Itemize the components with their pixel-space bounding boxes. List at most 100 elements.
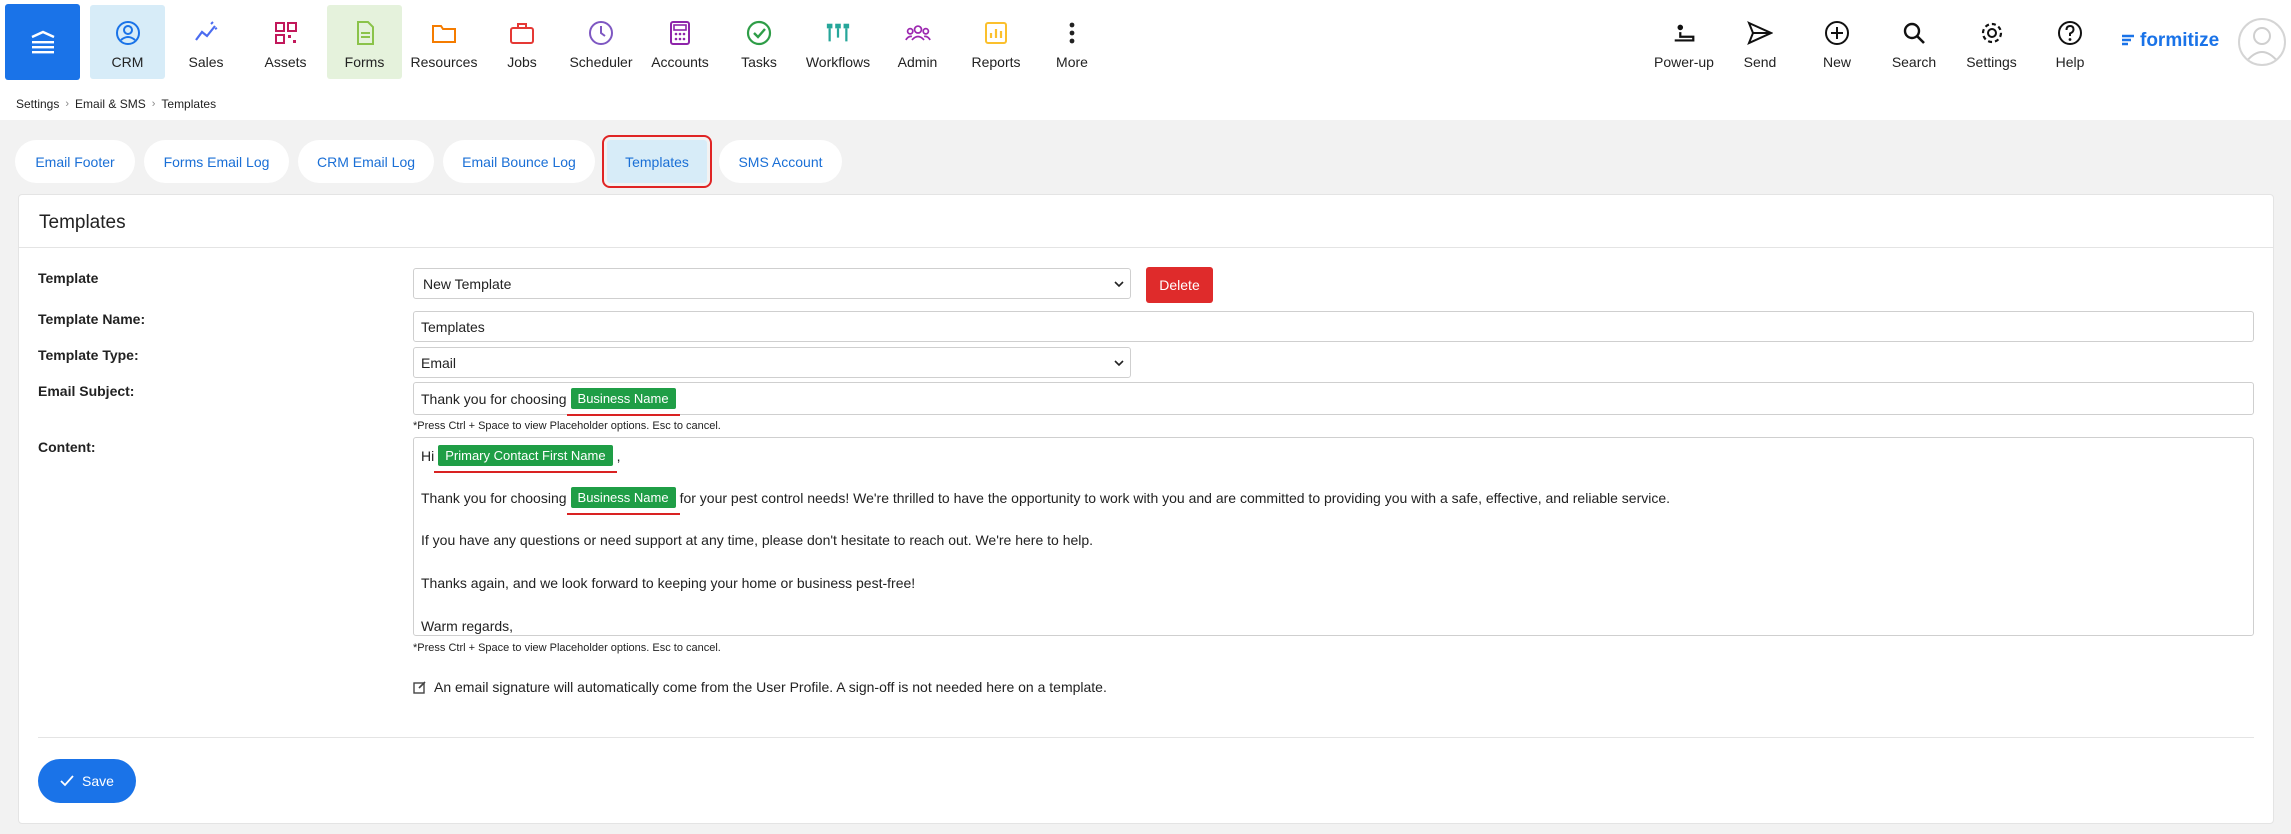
template-select-value: New Template: [423, 275, 512, 292]
nav-sales[interactable]: Sales: [170, 5, 242, 79]
gear-icon: [1979, 20, 2005, 46]
crm-icon: [115, 20, 141, 46]
forms-icon: [352, 20, 378, 46]
nav-more[interactable]: More: [1036, 5, 1108, 79]
breadcrumb: Settings › Email & SMS › Templates: [16, 97, 216, 111]
nav-tasks[interactable]: Tasks: [723, 5, 795, 79]
home-menu-icon: [31, 30, 54, 54]
title-divider: [19, 247, 2273, 248]
save-button[interactable]: Save: [38, 759, 136, 803]
footer-divider: [38, 737, 2254, 738]
nav-assets[interactable]: Assets: [248, 5, 323, 79]
content-editor[interactable]: Hi Primary Contact First Name , Thank yo…: [413, 437, 2254, 636]
assets-icon: [273, 20, 299, 46]
content-label: Content:: [38, 439, 96, 455]
nav-settings[interactable]: Settings: [1954, 5, 2029, 79]
new-icon: [1824, 20, 1850, 46]
template-select[interactable]: New Template: [413, 268, 1131, 299]
placeholder-chip-business-name[interactable]: Business Name: [566, 487, 680, 515]
tasks-icon: [746, 20, 772, 46]
nav-help[interactable]: Help: [2035, 5, 2105, 79]
nav-admin-label: Admin: [897, 54, 938, 70]
nav-power-up[interactable]: Power-up: [1645, 5, 1723, 79]
nav-resources[interactable]: Resources: [405, 5, 483, 79]
reports-icon: [983, 20, 1009, 46]
nav-admin[interactable]: Admin: [880, 5, 955, 79]
edit-icon: [413, 681, 426, 694]
more-icon: [1059, 20, 1085, 46]
send-icon: [1747, 20, 1773, 46]
resources-icon: [431, 20, 457, 46]
template-type-select[interactable]: Email: [413, 347, 1131, 378]
content-line: If you have any questions or need suppor…: [421, 532, 1094, 548]
breadcrumb-settings[interactable]: Settings: [16, 97, 59, 111]
signature-note-text: An email signature will automatically co…: [434, 679, 1107, 695]
nav-accounts[interactable]: Accounts: [642, 5, 718, 79]
tab-sms-account[interactable]: SMS Account: [719, 140, 842, 183]
tab-email-bounce-log[interactable]: Email Bounce Log: [443, 140, 595, 183]
breadcrumb-separator: ›: [65, 98, 70, 110]
chevron-down-icon: [1114, 280, 1124, 287]
tab-forms-email-log[interactable]: Forms Email Log: [144, 140, 289, 183]
nav-scheduler[interactable]: Scheduler: [562, 5, 640, 79]
search-icon: [1901, 20, 1927, 46]
breadcrumb-separator: ›: [151, 98, 156, 110]
tab-templates[interactable]: Templates: [602, 135, 712, 188]
email-subject-label: Email Subject:: [38, 383, 135, 399]
content-text: for your pest control needs! We're thril…: [679, 489, 1671, 506]
logo-text: formitize: [2140, 30, 2220, 51]
nav-search-label: Search: [1891, 54, 1937, 70]
formitize-logo-icon: [2122, 34, 2134, 46]
template-name-label: Template Name:: [38, 311, 146, 327]
nav-accounts-label: Accounts: [651, 54, 709, 70]
nav-workflows[interactable]: Workflows: [798, 5, 878, 79]
content-text: Thank you for choosing: [421, 489, 567, 506]
tab-email-footer[interactable]: Email Footer: [15, 140, 135, 183]
nav-scheduler-label: Scheduler: [569, 54, 633, 70]
content-line: Thanks again, and we look forward to kee…: [421, 575, 916, 591]
email-subject-input[interactable]: Thank you for choosing Business Name: [413, 382, 2254, 416]
nav-forms[interactable]: Forms: [327, 5, 402, 79]
sales-icon: [193, 20, 219, 46]
avatar[interactable]: [2238, 18, 2286, 66]
nav-crm-label: CRM: [111, 54, 144, 70]
nav-send-label: Send: [1743, 54, 1777, 70]
admin-icon: [904, 20, 931, 46]
nav-resources-label: Resources: [410, 54, 478, 70]
breadcrumb-templates: Templates: [161, 97, 217, 111]
delete-button[interactable]: Delete: [1146, 267, 1213, 303]
breadcrumb-email-sms[interactable]: Email & SMS: [75, 97, 146, 111]
content-text: Hi: [421, 447, 435, 464]
breadcrumb-bar: [0, 83, 2291, 120]
placeholder-chip-business-name[interactable]: Business Name: [566, 388, 680, 416]
content-line: Thank you for choosing Business Name for…: [421, 487, 1671, 515]
check-icon: [60, 775, 74, 787]
template-name-input[interactable]: Templates: [413, 311, 2254, 342]
nav-jobs[interactable]: Jobs: [487, 5, 557, 79]
nav-crm[interactable]: CRM: [90, 5, 165, 79]
workflows-icon: [825, 20, 851, 46]
nav-workflows-label: Workflows: [805, 54, 871, 70]
save-label: Save: [82, 773, 114, 789]
nav-send[interactable]: Send: [1724, 5, 1796, 79]
page-title: Templates: [39, 212, 126, 233]
placeholder-chip-first-name[interactable]: Primary Contact First Name: [434, 445, 617, 473]
nav-search[interactable]: Search: [1878, 5, 1950, 79]
jobs-icon: [509, 20, 535, 46]
help-icon: [2057, 20, 2083, 46]
template-name-value: Templates: [421, 318, 485, 335]
home-menu-button[interactable]: [5, 4, 80, 80]
scheduler-icon: [588, 20, 614, 46]
nav-help-label: Help: [2055, 54, 2085, 70]
subject-text: Thank you for choosing: [421, 390, 567, 407]
formitize-logo[interactable]: formitize: [2120, 30, 2219, 52]
nav-new-label: New: [1822, 54, 1851, 70]
nav-reports[interactable]: Reports: [958, 5, 1034, 79]
tab-crm-email-log[interactable]: CRM Email Log: [298, 140, 434, 183]
templates-panel: Templates Template New Template Delete T…: [18, 194, 2274, 824]
placeholder-hint: *Press Ctrl + Space to view Placeholder …: [413, 642, 721, 654]
content-text: ,: [616, 447, 621, 464]
signature-note: An email signature will automatically co…: [413, 679, 1107, 695]
nav-new[interactable]: New: [1802, 5, 1872, 79]
chevron-down-icon: [1114, 359, 1124, 366]
